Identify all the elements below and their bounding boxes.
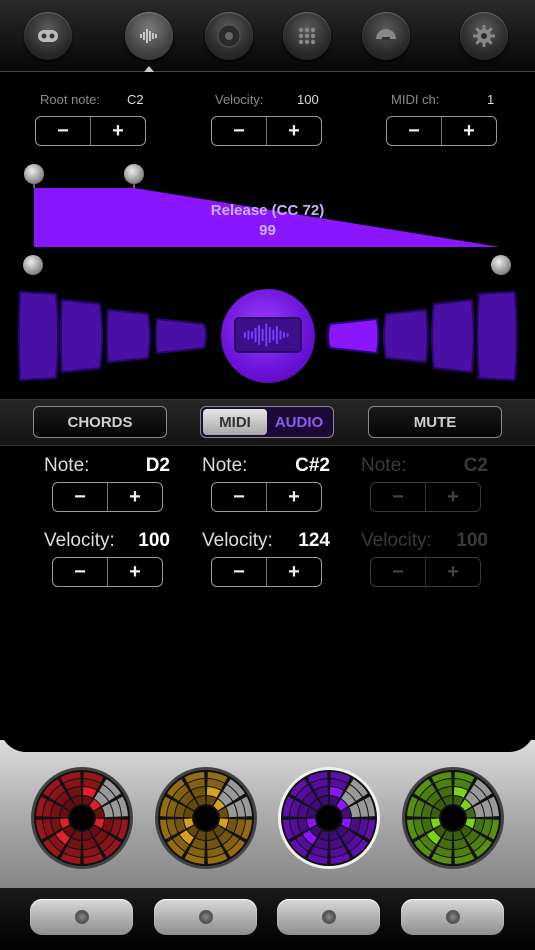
circle-icon — [321, 910, 336, 924]
note-3-velocity-stepper: − + — [370, 557, 481, 587]
waveform-icon — [140, 29, 157, 43]
midi-channel-label: MIDI ch: — [391, 92, 440, 107]
note-2-label: Note: — [202, 455, 248, 476]
midi-option[interactable]: MIDI — [203, 409, 267, 435]
note-1-label: Note: — [44, 455, 90, 476]
chords-button[interactable]: CHORDS — [33, 406, 167, 438]
audio-option[interactable]: AUDIO — [267, 409, 331, 435]
root-note-value: C2 — [127, 92, 144, 107]
note-2-velocity-minus-button[interactable]: − — [212, 558, 266, 586]
note-2-velocity-label: Velocity: — [202, 530, 273, 551]
envelope-handle-1[interactable] — [24, 164, 44, 184]
footer-button-4[interactable] — [401, 899, 504, 935]
note-1-value: D2 — [145, 455, 170, 476]
center-pad-display — [234, 317, 302, 353]
tab-gamepad[interactable] — [24, 12, 72, 60]
note-3-stepper: − + — [370, 482, 481, 512]
mute-button[interactable]: MUTE — [368, 406, 502, 438]
footer-button-2[interactable] — [154, 899, 257, 935]
gamepad-icon — [38, 30, 58, 42]
midi-channel-value: 1 — [487, 92, 495, 107]
note-1-velocity-stepper: − + — [52, 557, 163, 587]
note-3-velocity-minus-button: − — [392, 560, 404, 583]
envelope-value: 99 — [259, 222, 276, 239]
pad-wheel-green[interactable] — [401, 766, 505, 870]
tab-grid[interactable] — [283, 12, 331, 60]
center-pad-button[interactable] — [221, 289, 315, 383]
right-pad-3 — [383, 308, 429, 364]
midi-channel-minus-button[interactable]: − — [387, 117, 441, 145]
waveform-icon — [243, 323, 289, 347]
note-2-value: C#2 — [295, 455, 330, 476]
footer-button-3[interactable] — [277, 899, 380, 935]
note-3-plus-button: + — [425, 483, 480, 511]
note-3-velocity-plus-button: + — [425, 558, 480, 586]
note-2-stepper: − + — [211, 482, 322, 512]
gear-icon — [473, 25, 495, 47]
envelope-handle-4[interactable] — [491, 255, 511, 275]
main-panel-edge — [0, 700, 535, 752]
pad-wheel-yellow[interactable] — [154, 766, 258, 870]
root-note-plus-button[interactable]: + — [90, 117, 145, 145]
circle-icon — [74, 910, 89, 924]
pad-wheel-purple[interactable] — [277, 766, 381, 870]
right-pad-4 — [327, 317, 380, 355]
release-envelope[interactable] — [0, 160, 535, 280]
record-icon — [217, 24, 241, 48]
envelope-handle-2[interactable] — [124, 164, 144, 184]
root-note-minus-button[interactable]: − — [36, 117, 90, 145]
tab-record[interactable] — [205, 12, 253, 60]
note-2-plus-button[interactable]: + — [266, 483, 321, 511]
midi-channel-plus-button[interactable]: + — [441, 117, 496, 145]
velocity-value: 100 — [297, 92, 319, 107]
footer-button-1[interactable] — [30, 899, 133, 935]
tab-settings[interactable] — [460, 12, 508, 60]
note-3-value: C2 — [463, 455, 488, 476]
note-2-minus-button[interactable]: − — [212, 483, 266, 511]
note-1-velocity-value: 100 — [138, 530, 170, 551]
velocity-plus-button[interactable]: + — [266, 117, 321, 145]
note-3-velocity-value: 100 — [456, 530, 488, 551]
grid-dots-icon — [298, 27, 316, 45]
velocity-stepper: − + — [211, 116, 322, 146]
left-pad-4 — [155, 317, 207, 355]
pad-wheel-red[interactable] — [30, 766, 134, 870]
tab-waveform[interactable] — [125, 12, 173, 60]
left-pad-1 — [18, 290, 59, 382]
note-1-minus-button[interactable]: − — [53, 483, 107, 511]
note-3-minus-button: − — [392, 485, 404, 508]
note-2-velocity-value: 124 — [298, 530, 330, 551]
note-3-label: Note: — [361, 455, 407, 476]
note-1-velocity-label: Velocity: — [44, 530, 115, 551]
circle-icon — [445, 910, 460, 924]
gauge-icon — [376, 29, 396, 40]
top-tab-bar — [0, 0, 535, 72]
circle-icon — [198, 910, 213, 924]
envelope-handle-3[interactable] — [23, 255, 43, 275]
right-pad-1 — [476, 290, 518, 382]
left-pad-3 — [106, 308, 151, 364]
velocity-label: Velocity: — [215, 92, 264, 107]
note-1-stepper: − + — [52, 482, 163, 512]
note-3-velocity-label: Velocity: — [361, 530, 432, 551]
note-2-velocity-plus-button[interactable]: + — [266, 558, 321, 586]
note-1-plus-button[interactable]: + — [107, 483, 162, 511]
root-note-stepper: − + — [35, 116, 146, 146]
note-1-velocity-plus-button[interactable]: + — [107, 558, 162, 586]
midi-channel-stepper: − + — [386, 116, 497, 146]
envelope-label: Release (CC 72) — [210, 202, 325, 219]
velocity-minus-button[interactable]: − — [212, 117, 266, 145]
active-tab-indicator — [144, 66, 154, 72]
root-note-label: Root note: — [40, 92, 100, 107]
right-pad-2 — [431, 298, 475, 374]
tab-gauge[interactable] — [362, 12, 410, 60]
note-1-velocity-minus-button[interactable]: − — [53, 558, 107, 586]
midi-audio-toggle: MIDI AUDIO — [200, 406, 334, 438]
note-2-velocity-stepper: − + — [211, 557, 322, 587]
left-pad-2 — [60, 298, 103, 374]
